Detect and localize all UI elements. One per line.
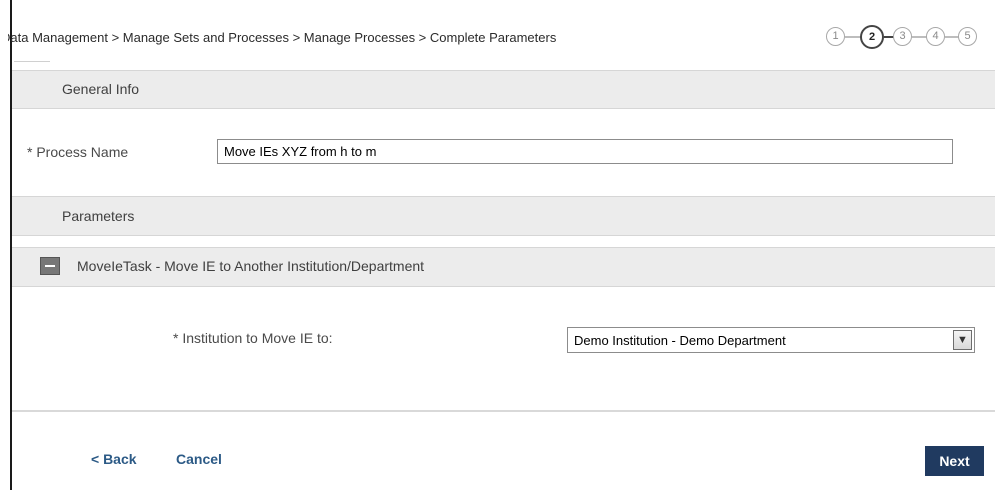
task-label: MoveIeTask - Move IE to Another Institut…	[77, 258, 425, 274]
breadcrumb: Data Management > Manage Sets and Proces…	[8, 19, 803, 57]
step-connector	[945, 36, 959, 38]
breadcrumb-divider	[14, 61, 50, 62]
institution-select[interactable]: Demo Institution - Demo Department ▼	[567, 327, 975, 353]
step-connector	[912, 36, 927, 38]
task-section-header: MoveIeTask - Move IE to Another Institut…	[12, 247, 995, 287]
process-name-label: * Process Name	[27, 144, 129, 160]
general-info-header: General Info	[12, 70, 995, 109]
process-name-input[interactable]	[217, 139, 953, 164]
wizard-step-2: 2	[860, 25, 884, 49]
back-link[interactable]: < Back	[91, 451, 137, 467]
institution-select-value: Demo Institution - Demo Department	[574, 333, 786, 348]
chevron-down-icon[interactable]: ▼	[953, 330, 972, 350]
wizard-step-5: 5	[958, 27, 977, 46]
wizard-step-1: 1	[826, 27, 845, 46]
wizard-step-4: 4	[926, 27, 945, 46]
breadcrumb-text: Data Management > Manage Sets and Proces…	[8, 30, 557, 45]
wizard-steps: 1 2 3 4 5	[824, 25, 995, 49]
parameters-header: Parameters	[12, 196, 995, 236]
footer-divider	[12, 410, 995, 412]
general-info-title: General Info	[62, 81, 140, 97]
minus-square-icon[interactable]	[40, 257, 60, 275]
next-button[interactable]: Next	[925, 446, 984, 476]
institution-label: * Institution to Move IE to:	[173, 330, 333, 346]
step-connector	[845, 36, 861, 38]
cancel-link[interactable]: Cancel	[176, 451, 222, 467]
wizard-step-3: 3	[893, 27, 912, 46]
parameters-title: Parameters	[62, 208, 135, 224]
